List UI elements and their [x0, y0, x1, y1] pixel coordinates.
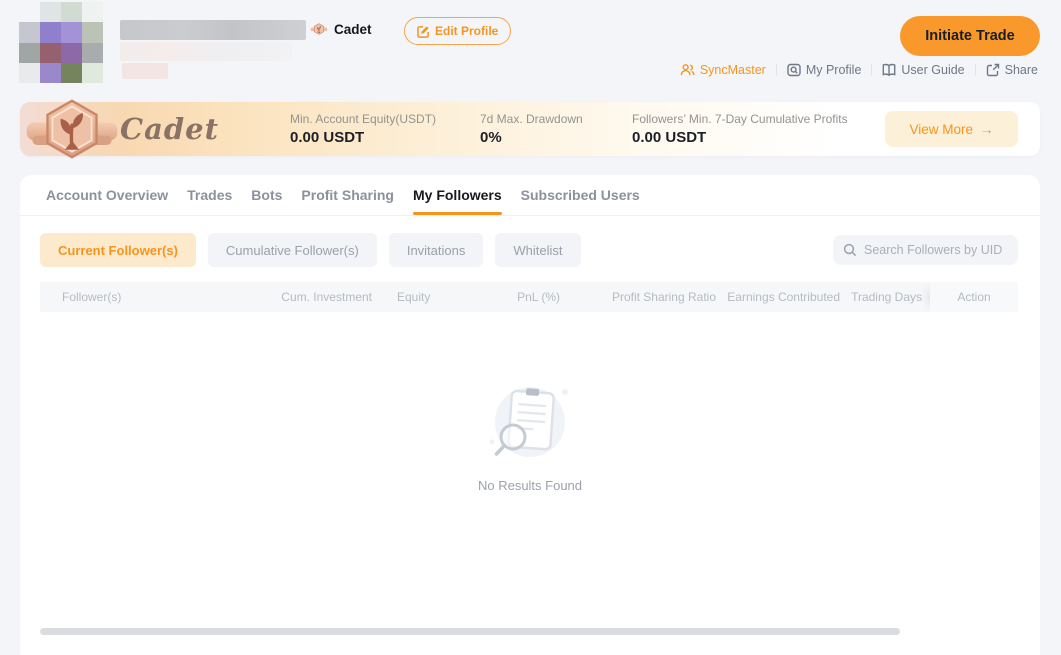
empty-state: No Results Found — [20, 384, 1040, 493]
divider — [871, 64, 872, 76]
level-banner: Cadet Min. Account Equity(USDT) 0.00 USD… — [20, 102, 1040, 156]
book-icon — [882, 63, 896, 77]
redacted-user-tag — [122, 63, 168, 79]
empty-state-message: No Results Found — [478, 478, 582, 493]
tab-my-followers[interactable]: My Followers — [413, 175, 502, 215]
link-syncmaster[interactable]: SyncMaster — [680, 63, 766, 77]
search-followers-box — [833, 235, 1018, 265]
col-action: Action — [930, 282, 1018, 312]
view-more-button[interactable]: View More → — [885, 111, 1018, 147]
link-user-guide[interactable]: User Guide — [882, 63, 964, 77]
arrow-right-icon: → — [980, 122, 994, 137]
link-my-profile[interactable]: My Profile — [787, 63, 862, 77]
tab-account-overview[interactable]: Account Overview — [46, 175, 168, 215]
filter-current-followers[interactable]: Current Follower(s) — [40, 233, 196, 267]
quick-links: SyncMaster My Profile User Guide — [680, 63, 1038, 77]
cadet-badge-icon — [22, 96, 122, 162]
col-equity: Equity — [372, 290, 492, 304]
level-label: Cadet — [334, 22, 372, 37]
filter-invitations[interactable]: Invitations — [389, 233, 484, 267]
col-cum-investment: Cum. Investment — [272, 290, 372, 304]
search-icon — [843, 243, 857, 257]
level-chip: Cadet — [310, 20, 372, 38]
initiate-trade-button[interactable]: Initiate Trade — [900, 16, 1040, 56]
tab-bar: Account Overview Trades Bots Profit Shar… — [20, 175, 1040, 216]
stat-followers-min-profits: Followers’ Min. 7-Day Cumulative Profits… — [632, 112, 892, 146]
col-pnl: PnL (%) — [492, 290, 560, 304]
edit-profile-button[interactable]: Edit Profile — [404, 17, 511, 45]
col-trading-days: Trading Days — [840, 290, 922, 304]
col-followers: Follower(s) — [40, 290, 272, 304]
tab-bots[interactable]: Bots — [251, 175, 282, 215]
share-icon — [986, 63, 1000, 77]
tab-subscribed-users[interactable]: Subscribed Users — [521, 175, 640, 215]
search-followers-input[interactable] — [864, 243, 1008, 257]
followers-table-header: Follower(s) Cum. Investment Equity PnL (… — [40, 282, 1018, 312]
col-earnings-contributed: Earnings Contributed — [716, 290, 840, 304]
profile-header: Cadet Edit Profile Initiate Trade SyncMa… — [0, 0, 1061, 95]
edit-pencil-icon — [417, 25, 430, 38]
divider — [776, 64, 777, 76]
stat-min-account-equity: Min. Account Equity(USDT) 0.00 USDT — [290, 112, 480, 146]
followers-card: Account Overview Trades Bots Profit Shar… — [20, 175, 1040, 655]
filter-whitelist[interactable]: Whitelist — [495, 233, 580, 267]
divider — [975, 64, 976, 76]
profile-card-icon — [787, 63, 801, 77]
tab-profit-sharing[interactable]: Profit Sharing — [301, 175, 394, 215]
stat-7d-max-drawdown: 7d Max. Drawdown 0% — [480, 112, 632, 146]
col-profit-sharing-ratio: Profit Sharing Ratio — [560, 290, 716, 304]
people-icon — [680, 63, 695, 77]
link-share[interactable]: Share — [986, 63, 1038, 77]
redacted-username — [120, 20, 306, 40]
level-badge-icon — [310, 20, 328, 38]
banner-stats: Min. Account Equity(USDT) 0.00 USDT 7d M… — [290, 112, 892, 146]
redacted-user-detail — [120, 42, 292, 61]
filter-toolbar: Current Follower(s) Cumulative Follower(… — [40, 233, 1018, 267]
avatar — [19, 2, 103, 83]
filter-cumulative-followers[interactable]: Cumulative Follower(s) — [208, 233, 377, 267]
level-title: Cadet — [120, 112, 219, 146]
horizontal-scrollbar-thumb[interactable] — [40, 628, 900, 635]
tab-trades[interactable]: Trades — [187, 175, 232, 215]
no-results-illustration-icon — [475, 384, 585, 466]
